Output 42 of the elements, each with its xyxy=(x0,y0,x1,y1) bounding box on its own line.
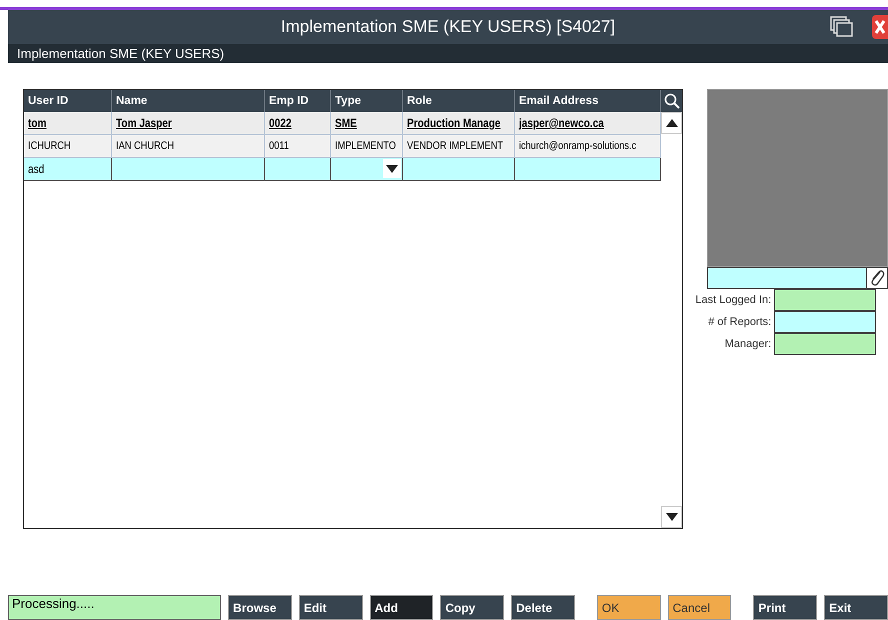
input-field[interactable] xyxy=(774,311,876,333)
scroll-down-button[interactable] xyxy=(661,506,682,528)
field-label: Manager: xyxy=(724,338,772,350)
window-title: Implementation SME (KEY USERS) [S4027] xyxy=(280,17,616,37)
table-cell: Tom Jasper xyxy=(112,112,265,134)
down-arrow-icon xyxy=(666,513,678,521)
toolbar-button[interactable]: OK xyxy=(596,595,661,620)
table-cell: 0022 xyxy=(265,112,331,134)
paperclip-icon xyxy=(869,269,885,287)
dropdown-button[interactable] xyxy=(383,159,401,178)
table-cell: 0011 xyxy=(265,135,331,157)
input-field[interactable] xyxy=(707,267,867,289)
toolbar-button[interactable]: Print xyxy=(753,595,818,620)
scrollbar[interactable] xyxy=(661,112,682,528)
attach-button[interactable] xyxy=(867,267,888,289)
table-cell: VENDOR IMPLEMENT xyxy=(403,135,515,157)
form-title: Implementation SME (KEY USERS) xyxy=(17,46,224,61)
table-cell[interactable]: asd xyxy=(24,158,112,180)
up-arrow-icon xyxy=(666,119,678,127)
table-cell: ICHURCH xyxy=(24,135,112,157)
input-field[interactable] xyxy=(774,333,876,355)
table-cell: IMPLEMENTO xyxy=(331,135,403,157)
table-cell: tom xyxy=(24,112,112,134)
caret-icon xyxy=(386,164,398,172)
toolbar-button[interactable]: Delete xyxy=(511,595,575,620)
search-icon[interactable] xyxy=(664,93,680,109)
table-cell: IAN CHURCH xyxy=(112,135,265,157)
toolbar-button[interactable]: Browse xyxy=(228,595,292,620)
close-icon[interactable] xyxy=(872,15,888,39)
toolbar-button[interactable]: Exit xyxy=(824,595,888,620)
toolbar-button[interactable]: Add xyxy=(370,595,434,620)
table-cell: SME xyxy=(331,112,403,134)
field-label: Last Logged In: xyxy=(695,294,772,306)
scroll-up-button[interactable] xyxy=(661,112,682,134)
toolbar-button[interactable]: Cancel xyxy=(668,595,732,620)
toolbar-button[interactable]: Edit xyxy=(298,595,363,620)
status-field: Processing..... xyxy=(8,595,222,620)
toolbar-button[interactable]: Copy xyxy=(440,595,504,620)
table-cell: Production Manage xyxy=(403,112,515,134)
input-field[interactable] xyxy=(774,289,876,311)
restore-icon[interactable] xyxy=(830,16,854,38)
field-label: # of Reports: xyxy=(708,316,772,328)
